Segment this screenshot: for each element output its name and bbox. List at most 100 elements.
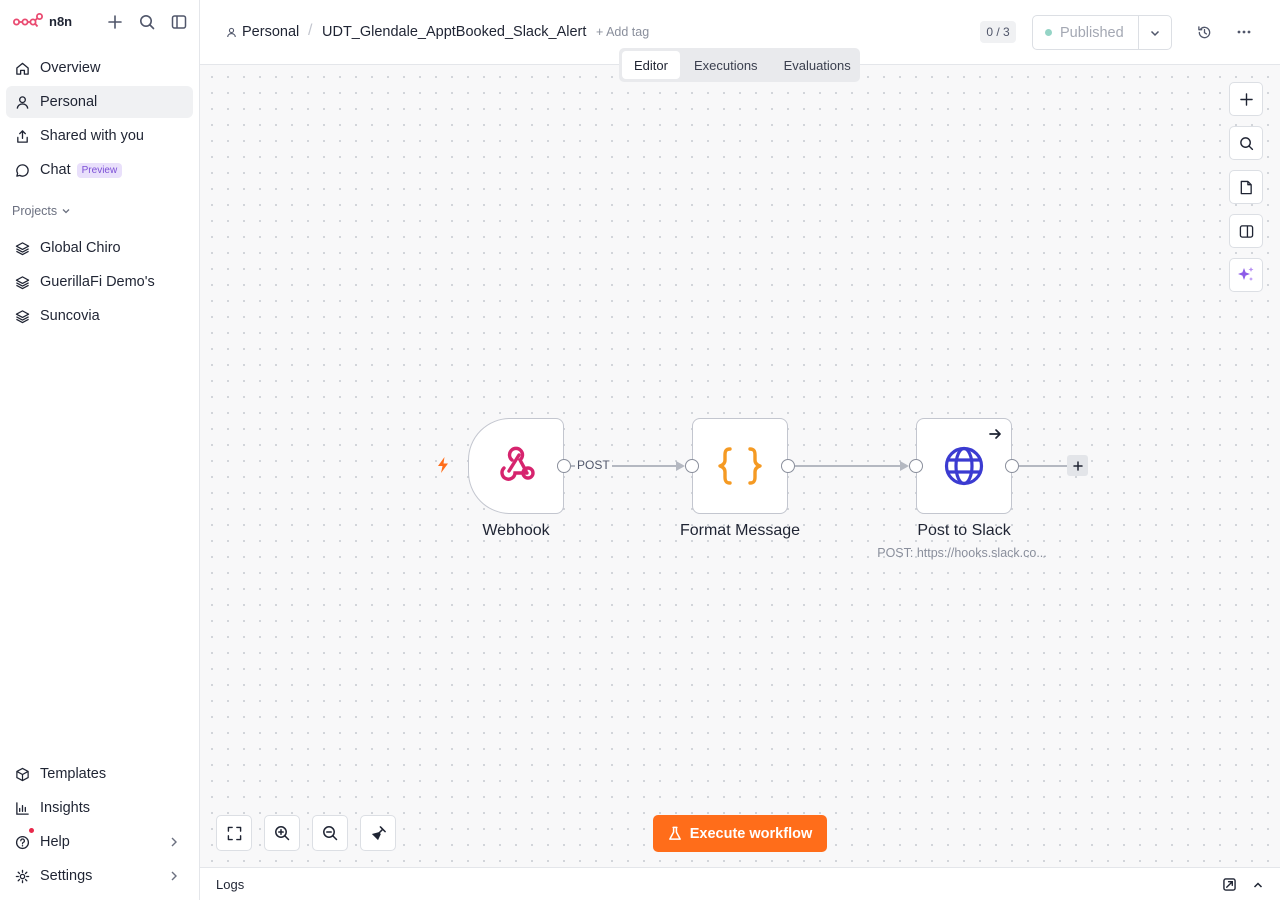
ai-assistant-button[interactable] — [1229, 258, 1263, 292]
workflow-counter: 0 / 3 — [980, 21, 1016, 43]
node-webhook[interactable] — [468, 418, 564, 514]
flask-icon — [668, 826, 681, 840]
node-format-message[interactable] — [692, 418, 788, 514]
node-label-webhook: Webhook — [482, 522, 550, 539]
n8n-logo[interactable]: n8n — [13, 13, 72, 29]
plus-icon — [1239, 92, 1253, 106]
sidebar-item-settings[interactable]: Settings — [6, 860, 193, 892]
panel-icon — [1239, 224, 1253, 238]
braces-icon — [718, 447, 762, 485]
connection-format-slack[interactable] — [795, 465, 906, 467]
node-post-to-slack[interactable] — [916, 418, 1012, 514]
search-icon — [140, 15, 155, 30]
sidebar-item-label: Templates — [40, 766, 107, 782]
tidy-up-button[interactable] — [360, 815, 396, 851]
sidebar-item-label: Overview — [40, 60, 101, 76]
fit-view-icon — [227, 826, 241, 840]
chevron-right-icon — [171, 837, 177, 847]
chevron-right-icon — [171, 871, 177, 881]
notification-dot — [29, 828, 34, 833]
sidebar: n8n Overview Personal Shared with you Ch… — [0, 0, 200, 900]
sidebar-item-label: Personal — [40, 94, 98, 110]
sidebar-item-overview[interactable]: Overview — [6, 52, 193, 84]
history-icon — [1197, 25, 1210, 38]
sidebar-item-label: Insights — [40, 800, 90, 816]
sidebar-header: n8n — [0, 0, 199, 44]
node-subtitle-post-to-slack: POST: https://hooks.slack.co... — [877, 546, 1047, 560]
app-name: n8n — [49, 13, 73, 29]
sidebar-item-chat[interactable]: Chat Preview — [6, 154, 193, 186]
sidebar-project-guerillafi[interactable]: GuerillaFi Demo's — [6, 266, 193, 298]
gear-icon — [15, 869, 30, 883]
sidebar-item-personal[interactable]: Personal — [6, 86, 193, 118]
add-tag-button[interactable]: + Add tag — [596, 25, 649, 39]
sidebar-item-shared[interactable]: Shared with you — [6, 120, 193, 152]
webhook-icon — [500, 446, 535, 481]
connection-arrowhead — [900, 461, 909, 471]
tab-evaluations[interactable]: Evaluations — [772, 51, 863, 79]
help-icon — [15, 835, 30, 849]
projects-label: Projects — [12, 204, 58, 218]
execute-workflow-button[interactable]: Execute workflow — [653, 815, 827, 852]
user-icon — [16, 95, 29, 109]
breadcrumb-project[interactable]: Personal — [226, 24, 299, 40]
add-node-button[interactable] — [1229, 82, 1263, 116]
output-port-post-to-slack[interactable] — [1005, 459, 1019, 473]
connection-arrowhead — [676, 461, 685, 471]
sidebar-item-label: Settings — [40, 868, 93, 884]
published-status-dot — [1045, 29, 1052, 36]
sidebar-item-label: GuerillaFi Demo's — [40, 274, 155, 290]
input-port-format-message[interactable] — [685, 459, 699, 473]
sidebar-item-label: Suncovia — [40, 308, 100, 324]
breadcrumb-separator: / — [308, 22, 313, 39]
tab-executions[interactable]: Executions — [682, 51, 770, 79]
add-next-node-button[interactable] — [1067, 455, 1088, 476]
published-button[interactable]: Published — [1033, 16, 1139, 49]
sidebar-item-help[interactable]: Help — [6, 826, 193, 858]
workflow-name-label: UDT_Glendale_ApptBooked_Slack_Alert — [322, 24, 587, 40]
logs-panel-bar[interactable]: Logs — [200, 867, 1280, 900]
n8n-logo-icon — [13, 13, 43, 28]
share-icon — [17, 129, 28, 143]
zoom-out-icon — [323, 826, 338, 841]
connection-label: POST — [575, 458, 612, 472]
sidebar-item-templates[interactable]: Templates — [6, 758, 193, 790]
layers-icon — [15, 309, 30, 323]
sidebar-item-label: Help — [40, 834, 70, 850]
layers-icon — [15, 241, 30, 255]
output-port-format-message[interactable] — [781, 459, 795, 473]
output-port-webhook[interactable] — [557, 459, 571, 473]
collapse-sidebar-button[interactable] — [169, 12, 189, 32]
node-label-format-message: Format Message — [679, 522, 801, 539]
sticky-note-icon — [1240, 180, 1252, 194]
history-button[interactable] — [1194, 22, 1214, 42]
fit-view-button[interactable] — [216, 815, 252, 851]
insights-icon — [16, 801, 29, 815]
input-port-post-to-slack[interactable] — [909, 459, 923, 473]
sidebar-project-suncovia[interactable]: Suncovia — [6, 300, 193, 332]
create-button[interactable] — [105, 12, 125, 32]
more-horizontal-icon — [1237, 30, 1251, 34]
sidebar-item-label: Shared with you — [40, 128, 144, 144]
chevron-up-icon[interactable] — [1252, 879, 1264, 891]
chevron-down-icon — [62, 209, 70, 214]
more-options-button[interactable] — [1234, 22, 1254, 42]
add-sticky-note-button[interactable] — [1229, 170, 1263, 204]
zoom-in-button[interactable] — [264, 815, 300, 851]
sidebar-toggle-icon — [171, 15, 187, 29]
pop-out-icon[interactable] — [1223, 878, 1236, 891]
tab-editor[interactable]: Editor — [622, 51, 680, 79]
broom-icon — [371, 825, 386, 840]
sidebar-project-global-chiro[interactable]: Global Chiro — [6, 232, 193, 264]
user-icon — [227, 27, 236, 37]
publish-dropdown-button[interactable] — [1139, 16, 1171, 49]
home-icon — [16, 62, 29, 75]
zoom-out-button[interactable] — [312, 815, 348, 851]
search-button[interactable] — [137, 12, 157, 32]
workflow-name[interactable]: UDT_Glendale_ApptBooked_Slack_Alert — [322, 24, 586, 40]
sidebar-item-insights[interactable]: Insights — [6, 792, 193, 824]
preview-badge: Preview — [76, 162, 123, 178]
search-nodes-button[interactable] — [1229, 126, 1263, 160]
projects-section-toggle[interactable]: Projects — [12, 204, 71, 218]
toggle-panel-button[interactable] — [1229, 214, 1263, 248]
